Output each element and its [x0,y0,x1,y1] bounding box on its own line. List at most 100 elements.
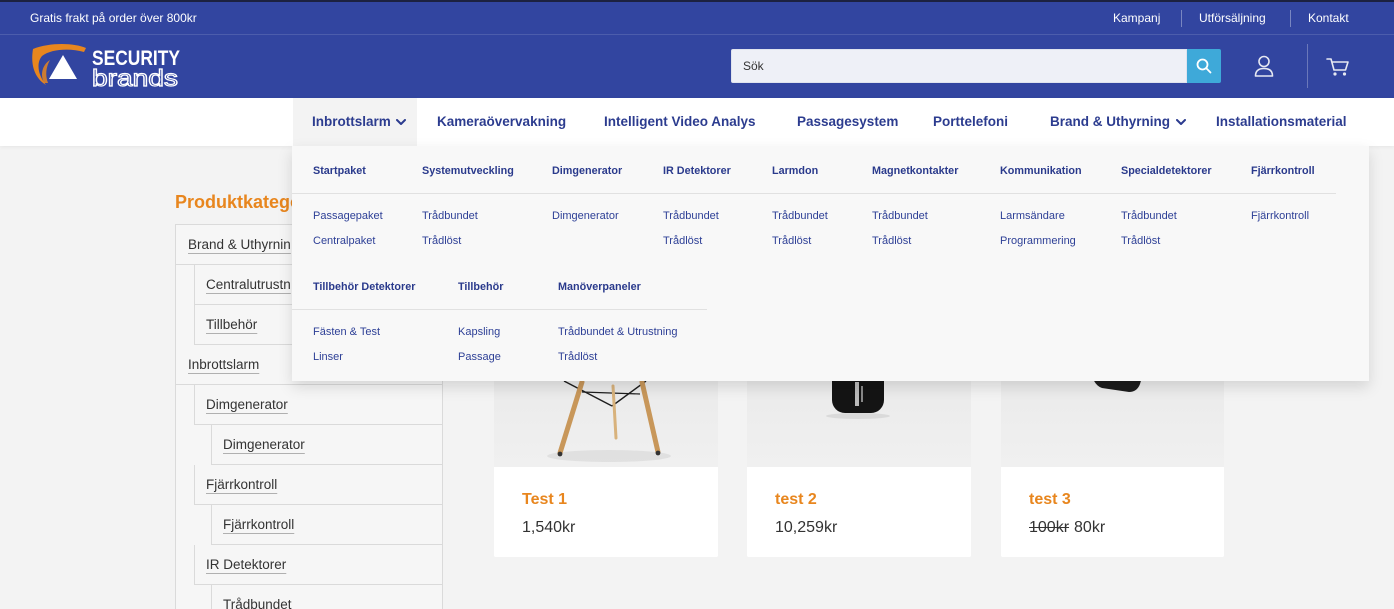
sidebar-title: Produktkatego [175,192,302,212]
menu-link[interactable]: Larmsändare [1000,204,1076,229]
chair-foot [655,450,661,456]
menu-link[interactable]: Trådbundet [422,204,478,229]
menu-link-list: Trådbundet & Utrustning Trådlöst [558,320,677,370]
menu-link[interactable]: Trådlöst [663,229,719,254]
sidebar-item[interactable]: Dimgenerator [194,385,442,425]
menu-link[interactable]: Trådbundet [663,204,719,229]
menu-group-heading[interactable]: Tillbehör Detektorer [313,277,415,297]
menu-group-heading[interactable]: Manöverpaneler [558,277,641,297]
menu-divider [292,193,1336,194]
menu-link-list: Dimgenerator [552,204,619,229]
menu-link[interactable]: Trådbundet [772,204,828,229]
menu-link[interactable]: Dimgenerator [552,204,619,229]
menu-link[interactable]: Trådbundet & Utrustning [558,320,677,345]
menu-link-list: Trådbundet Trådlöst [1121,204,1177,254]
product-price: 1,540kr [522,517,575,539]
menu-group-heading[interactable]: Larmdon [772,161,818,181]
search-input[interactable] [731,49,1187,83]
sidebar-item-label[interactable]: Fjärrkontroll [206,477,277,492]
nav-item-porttelefoni[interactable]: Porttelefoni [933,98,1008,146]
account-button[interactable] [1254,55,1274,77]
top-link-kontakt[interactable]: Kontakt [1308,2,1349,34]
menu-group-heading[interactable]: IR Detektorer [663,161,731,181]
menu-link[interactable]: Kapsling [458,320,501,345]
nav-item-kameraovervakning[interactable]: Kameraövervakning [437,98,566,146]
chair-shadow [547,450,671,462]
menu-link-list: Trådbundet Trådlöst [663,204,719,254]
menu-link-list: Fästen & Test Linser [313,320,380,370]
menu-group-heading[interactable]: Systemutveckling [422,161,514,181]
menu-link[interactable]: Trådlöst [872,229,928,254]
sidebar-item-label[interactable]: Dimgenerator [206,397,288,412]
menu-link[interactable]: Trådlöst [558,345,677,370]
product-title[interactable]: test 3 [1029,489,1071,511]
menu-group-dimgenerator: Dimgenerator Dimgenerator [552,146,672,256]
battery-shadow [826,413,890,419]
chair-leg [557,379,585,456]
sidebar-item-label[interactable]: Brand & Uthyrnin [188,237,291,252]
battery-label [861,386,863,402]
chevron-down-icon[interactable] [1176,119,1186,126]
sidebar-item[interactable]: Fjärrkontroll [211,505,442,545]
nav-item-intelligent-video-analys[interactable]: Intelligent Video Analys [604,98,756,146]
sidebar-item-label[interactable]: Inbrottslarm [188,357,259,372]
menu-link[interactable]: Trådbundet [872,204,928,229]
menu-group-ir-detektorer: IR Detektorer Trådbundet Trådlöst [663,146,783,256]
sidebar-item-label[interactable]: Fjärrkontroll [223,517,294,532]
sidebar-item-label[interactable]: Dimgenerator [223,437,305,452]
menu-group-heading[interactable]: Specialdetektorer [1121,161,1212,181]
nav-item-passagesystem[interactable]: Passagesystem [797,98,898,146]
sidebar-item-label[interactable]: Trådbundet [223,597,292,609]
menu-link[interactable]: Trådlöst [1121,229,1177,254]
menu-group-tillbehor-detektorer: Tillbehör Detektorer Fästen & Test Linse… [313,262,433,372]
menu-link[interactable]: Programmering [1000,229,1076,254]
menu-link[interactable]: Linser [313,345,380,370]
nav-item-inbrottslarm[interactable]: Inbrottslarm [312,98,391,146]
nav-item-installationsmaterial[interactable]: Installationsmaterial [1216,98,1347,146]
menu-link[interactable]: Fästen & Test [313,320,380,345]
price-value: 10,259kr [775,519,838,536]
menu-group-heading[interactable]: Dimgenerator [552,161,622,181]
menu-link-list: Larmsändare Programmering [1000,204,1076,254]
battery-label [855,382,859,406]
top-link-kampanj[interactable]: Kampanj [1113,2,1160,34]
header-divider [1307,44,1308,88]
top-link-divider [1181,10,1182,27]
product-info: Test 1 1,540kr [494,467,718,557]
mega-menu: Startpaket Passagepaket Centralpaket Sys… [292,146,1369,381]
menu-link[interactable]: Trådbundet [1121,204,1177,229]
cart-button[interactable] [1326,57,1350,77]
sidebar-item[interactable]: Fjärrkontroll [194,465,442,505]
menu-group-startpaket: Startpaket Passagepaket Centralpaket [313,146,433,256]
product-title[interactable]: test 2 [775,489,817,511]
nav-item-brand-uthyrning[interactable]: Brand & Uthyrning [1050,98,1170,146]
sidebar-item[interactable]: Trådbundet [211,585,442,609]
menu-group-heading[interactable]: Startpaket [313,161,366,181]
menu-link-list: Fjärrkontroll [1251,204,1309,229]
sidebar-item[interactable]: IR Detektorer [194,545,442,585]
logo-graphic: SECURITY brands [32,44,180,92]
menu-link[interactable]: Trådlöst [772,229,828,254]
chevron-down-icon[interactable] [396,119,406,126]
menu-link[interactable]: Passage [458,345,501,370]
menu-group-heading[interactable]: Kommunikation [1000,161,1082,181]
logo-triangle [49,55,77,79]
site-logo[interactable]: SECURITY brands [30,43,182,92]
search-button[interactable] [1187,49,1221,83]
sidebar-item-label[interactable]: IR Detektorer [206,557,286,572]
sidebar-item-label[interactable]: Centralutrustn [206,277,291,292]
menu-group-fjarrkontroll: Fjärrkontroll Fjärrkontroll [1251,146,1371,256]
sidebar-item-label[interactable]: Tillbehör [206,317,257,332]
menu-link[interactable]: Fjärrkontroll [1251,204,1309,229]
menu-link[interactable]: Trådlöst [422,229,478,254]
menu-group-heading[interactable]: Fjärrkontroll [1251,161,1315,181]
menu-group-heading[interactable]: Tillbehör [458,277,503,297]
menu-link[interactable]: Centralpaket [313,229,383,254]
product-title[interactable]: Test 1 [522,489,567,511]
menu-group-heading[interactable]: Magnetkontakter [872,161,958,181]
menu-link-list: Kapsling Passage [458,320,501,370]
menu-link[interactable]: Passagepaket [313,204,383,229]
sidebar-item[interactable]: Dimgenerator [211,425,442,465]
top-link-utforsaljning[interactable]: Utförsäljning [1199,2,1266,34]
menu-group-manoverpaneler: Manöverpaneler Trådbundet & Utrustning T… [558,262,718,372]
